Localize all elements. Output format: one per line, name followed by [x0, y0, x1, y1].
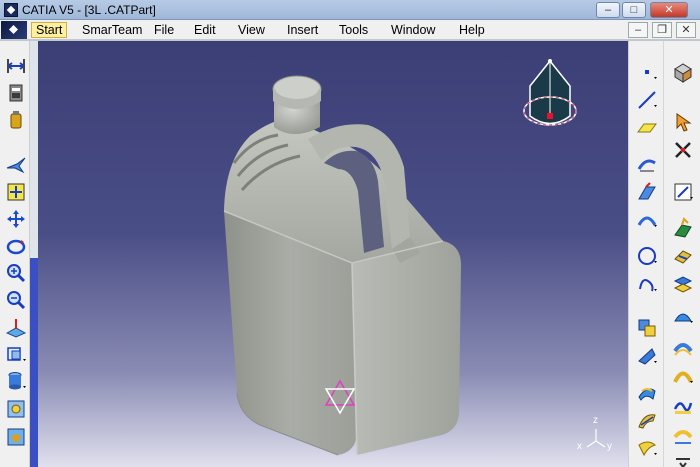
offset-icon[interactable]: [672, 337, 694, 359]
spline-icon[interactable]: [636, 317, 658, 339]
catia-app-icon[interactable]: [4, 3, 18, 17]
intersection-icon[interactable]: [672, 273, 694, 295]
menu-window[interactable]: Window: [387, 22, 439, 38]
close-button[interactable]: ✕: [650, 2, 688, 18]
part-render: [223, 59, 606, 456]
axis-label-x: x: [577, 441, 582, 452]
blend-icon[interactable]: [672, 365, 694, 387]
fly-mode-icon[interactable]: [5, 154, 27, 176]
measure-between-icon[interactable]: [5, 55, 27, 77]
window-title: CATIA V5 - [3L .CATPart]: [22, 3, 156, 17]
minimize-button[interactable]: –: [596, 2, 620, 18]
menu-file[interactable]: File: [150, 22, 178, 38]
left-toolbar: [0, 41, 30, 467]
projection-icon[interactable]: [672, 305, 694, 327]
doc-close-button[interactable]: ✕: [676, 22, 696, 38]
revolve-icon[interactable]: [636, 209, 658, 231]
sketcher-icon[interactable]: [672, 181, 694, 203]
sweep-icon[interactable]: [636, 245, 658, 267]
menu-edit[interactable]: Edit: [190, 22, 220, 38]
doc-minimize-button[interactable]: –: [628, 22, 648, 38]
view-mode-icon[interactable]: [5, 370, 27, 392]
compass-widget: [523, 59, 577, 126]
maximize-button[interactable]: □: [622, 2, 646, 18]
menu-start[interactable]: Start: [31, 22, 68, 38]
title-bar: CATIA V5 - [3L .CATPart] – □ ✕: [0, 0, 700, 20]
quick-view-icon[interactable]: [5, 343, 27, 365]
menu-smarteam[interactable]: SmarTeam: [78, 22, 146, 38]
extract-icon[interactable]: [672, 245, 694, 267]
menu-tools[interactable]: Tools: [335, 22, 372, 38]
axis-triad: [586, 429, 606, 448]
sketch-icon[interactable]: [636, 153, 658, 175]
top-view-icon[interactable]: [672, 61, 694, 83]
extrude-icon[interactable]: [636, 181, 658, 203]
translate-icon[interactable]: [672, 425, 694, 447]
doc-restore-button[interactable]: ❐: [652, 22, 672, 38]
measure-item-icon[interactable]: [5, 82, 27, 104]
snap-to-point-icon[interactable]: [672, 139, 694, 161]
menu-insert[interactable]: Insert: [283, 22, 322, 38]
rotate-icon[interactable]: [5, 235, 27, 257]
hide-show-icon[interactable]: [5, 398, 27, 420]
pan-icon[interactable]: [5, 208, 27, 230]
boundary-icon[interactable]: [672, 217, 694, 239]
catia-logo-icon[interactable]: [1, 21, 27, 39]
helix-icon[interactable]: [636, 345, 658, 367]
fit-all-in-icon[interactable]: [5, 181, 27, 203]
select-cursor-icon[interactable]: [672, 111, 694, 133]
menu-bar: Start SmarTeam File Edit View Insert Too…: [0, 20, 700, 40]
3d-viewport[interactable]: z x y: [38, 41, 628, 467]
fill-icon[interactable]: [672, 453, 694, 467]
point-icon[interactable]: [636, 61, 658, 83]
join-icon[interactable]: [636, 381, 658, 403]
left-scroll-thumb[interactable]: [30, 258, 38, 467]
curve-smooth-icon[interactable]: [672, 395, 694, 417]
line-icon[interactable]: [636, 89, 658, 111]
menu-help[interactable]: Help: [455, 22, 489, 38]
axis-label-y: y: [607, 441, 612, 452]
zoom-out-icon[interactable]: [5, 289, 27, 311]
measure-inertia-icon[interactable]: [5, 109, 27, 131]
circle-icon[interactable]: [636, 273, 658, 295]
bottle-side-face: [352, 241, 461, 455]
fillet-icon[interactable]: [636, 437, 658, 459]
right-toolbars: [628, 41, 700, 467]
zoom-in-icon[interactable]: [5, 262, 27, 284]
plane-icon[interactable]: [636, 117, 658, 139]
axis-label-z: z: [593, 415, 598, 426]
split-icon[interactable]: [636, 409, 658, 431]
swap-visible-space-icon[interactable]: [5, 426, 27, 448]
normal-view-icon[interactable]: [5, 316, 27, 338]
menu-view[interactable]: View: [234, 22, 269, 38]
